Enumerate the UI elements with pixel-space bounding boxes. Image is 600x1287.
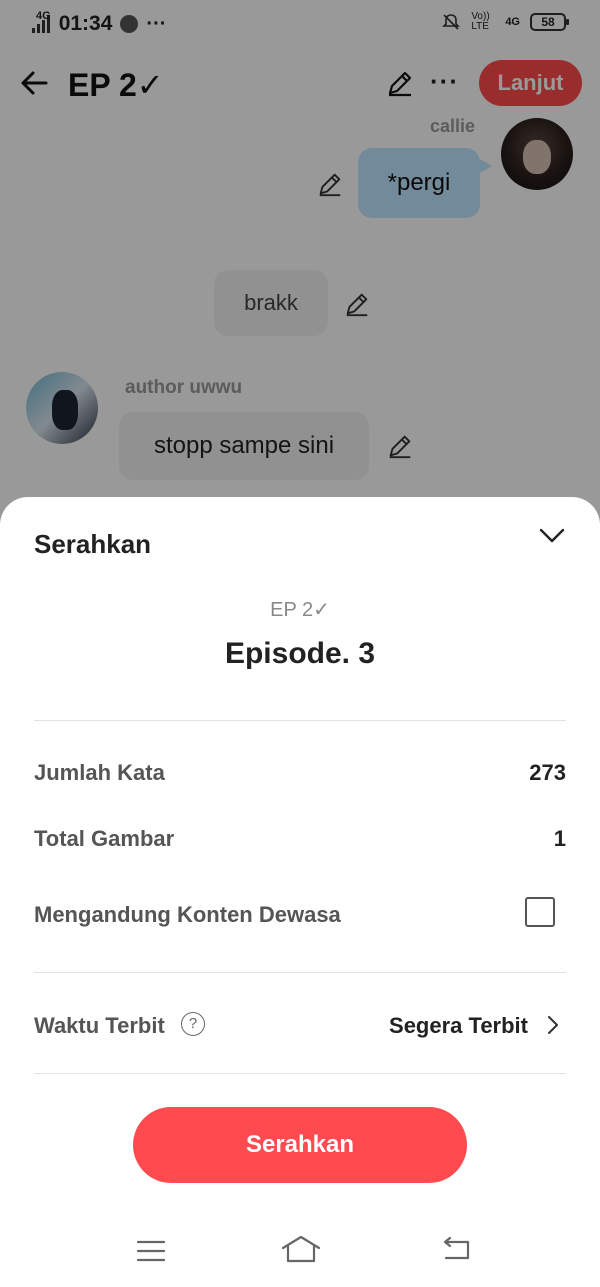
- home-icon[interactable]: [280, 1234, 322, 1264]
- menu-icon[interactable]: [136, 1238, 166, 1264]
- image-count-value: 1: [553, 826, 566, 851]
- adult-content-checkbox[interactable]: [525, 897, 555, 927]
- publish-time-label: Waktu Terbit: [34, 1013, 165, 1038]
- divider: [34, 1073, 566, 1074]
- word-count-label: Jumlah Kata: [34, 760, 165, 785]
- system-nav-bar: [0, 1230, 600, 1287]
- word-count-value: 273: [529, 760, 566, 785]
- chevron-down-icon[interactable]: [538, 525, 566, 545]
- submit-button[interactable]: Serahkan: [133, 1107, 467, 1183]
- help-icon[interactable]: ?: [181, 1012, 205, 1036]
- divider: [34, 972, 566, 973]
- submit-sheet: Serahkan EP 2✓ Episode. 3 Jumlah Kata 27…: [0, 497, 600, 1287]
- next-episode-title: Episode. 3: [224, 637, 376, 670]
- back-nav-icon[interactable]: [440, 1236, 474, 1264]
- publish-time-value[interactable]: Segera Terbit: [389, 1013, 528, 1039]
- current-episode-label: EP 2✓: [270, 599, 330, 621]
- sheet-title: Serahkan: [34, 529, 152, 559]
- chevron-right-icon[interactable]: [546, 1014, 560, 1036]
- adult-content-label: Mengandung Konten Dewasa: [34, 902, 341, 927]
- divider: [34, 720, 566, 721]
- image-count-label: Total Gambar: [34, 826, 175, 851]
